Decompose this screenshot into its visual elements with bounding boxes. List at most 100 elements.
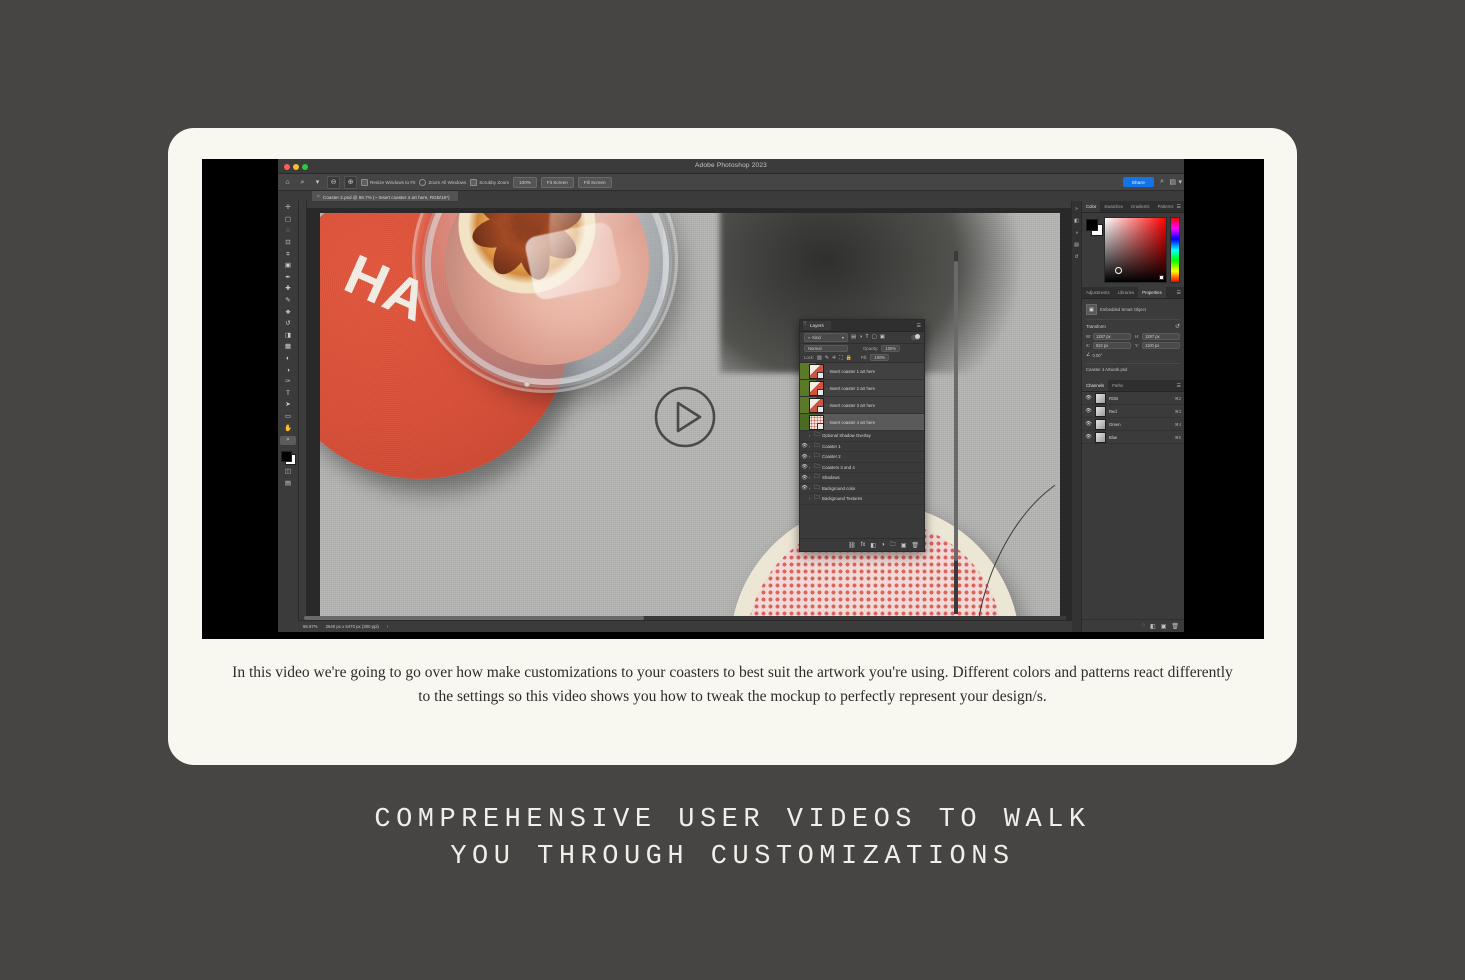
layer-row[interactable]: › 🗀 Optional Shadow Overlay [800,431,924,442]
width-field[interactable]: W: 1287 px [1086,333,1131,340]
canvas-area[interactable]: HA [299,201,1071,632]
tab-channels[interactable]: Channels [1082,380,1108,391]
search-icon[interactable]: ⌕ [1160,178,1164,186]
filter-enable-toggle[interactable] [911,335,920,340]
filter-pixel-icon[interactable]: ▤ [851,335,856,340]
channel-visibility-toggle[interactable]: 👁 [1085,434,1092,440]
collapse-panels-icon[interactable]: » [1075,206,1078,212]
canvas-vertical-scrollbar[interactable] [954,251,958,614]
lock-artboard-icon[interactable]: ⛶ [839,355,843,361]
filter-smart-icon[interactable]: ▣ [880,335,885,340]
channel-visibility-toggle[interactable]: 👁 [1085,421,1092,427]
lock-image-icon[interactable]: ✎ [825,355,829,361]
filter-shape-icon[interactable]: ▢ [872,335,877,340]
channel-row[interactable]: 👁 Blue ⌘5 [1082,431,1184,444]
zoom-all-windows-checkbox[interactable]: Zoom All Windows [419,179,466,186]
channel-row[interactable]: 👁 Green ⌘4 [1082,418,1184,431]
magnifier-icon[interactable]: ⌕ [297,177,308,188]
video-player[interactable]: Adobe Photoshop 2023 ⌂ ⌕ ▾ ⊖ ⊕ Resize Wi… [202,159,1264,639]
eyedropper-tool[interactable]: ✒ [280,274,296,283]
hue-slider[interactable] [1170,217,1180,283]
history-rail-icon[interactable]: ↺ [1074,254,1078,260]
status-chevron-icon[interactable]: › [387,624,388,629]
y-value[interactable]: 1100 px [1142,342,1180,349]
layer-row[interactable]: 👁 › 🗀 Background color [800,484,924,495]
path-select-tool[interactable]: ➤ [280,401,296,410]
channels-panel[interactable]: 👁 RGB ⌘2 👁 Red ⌘3 [1082,392,1184,619]
adjustment-layer-icon[interactable]: ◑ [881,542,885,548]
type-tool[interactable]: T [280,390,296,399]
layer-row[interactable]: ›Insert coaster 1 art here [800,363,924,380]
angle-field[interactable]: ∠ 0.00° [1086,352,1133,358]
tab-libraries[interactable]: Libraries [1114,287,1138,298]
layers-panel[interactable]: ⠿ Layers ☰ ⌕ Kind ▾ ▤ ◑ T [799,319,925,552]
layer-mask-icon[interactable]: ◧ [870,542,876,549]
pen-tool[interactable]: ✑ [280,378,296,387]
lock-transparent-icon[interactable]: ▨ [817,355,822,361]
layers-list[interactable]: ›Insert coaster 1 art here ›Insert coast… [800,363,924,505]
libraries-rail-icon[interactable]: ▤ [1074,242,1079,248]
lock-all-icon[interactable]: 🔒 [846,355,852,361]
layer-visibility-toggle[interactable]: 👁 [800,443,809,449]
marquee-tool[interactable]: ▢ [280,216,296,225]
share-button[interactable]: Share [1123,177,1154,187]
tab-properties[interactable]: Properties [1138,287,1166,298]
tab-layers[interactable]: Layers [803,321,831,330]
zoom-in-icon[interactable]: ⊕ [344,176,357,189]
reset-icon[interactable]: ↺ [1175,323,1180,330]
status-zoom[interactable]: 66.67% [303,624,318,629]
home-icon[interactable]: ⌂ [282,177,293,188]
foreground-color-swatch[interactable] [281,451,292,462]
dodge-tool[interactable]: ◑ [280,366,296,375]
tab-color[interactable]: Color [1082,201,1100,212]
move-tool[interactable]: ✛ [280,204,296,213]
resize-windows-to-fit-checkbox[interactable]: Resize Windows to Fit [361,179,415,186]
blur-tool[interactable]: ◐ [280,355,296,364]
chevron-down-icon[interactable]: ▾ [312,177,323,188]
zoom-out-icon[interactable]: ⊖ [327,176,340,189]
adjustments-rail-icon[interactable]: ◑ [1075,230,1078,236]
new-layer-icon[interactable]: ▣ [901,542,907,549]
delete-layer-icon[interactable]: 🗑 [911,542,919,549]
drag-handle-icon[interactable]: ⠿ [803,321,807,327]
color-picker[interactable] [1082,213,1184,287]
foreground-background-color[interactable] [281,451,296,465]
x-field[interactable]: X: 822 px [1086,342,1131,349]
angle-value[interactable]: 0.00° [1092,353,1102,358]
clone-stamp-tool[interactable]: ❖ [280,308,296,317]
panel-menu-icon[interactable]: ☰ [917,323,921,329]
workspace-icon[interactable]: ▤ [1169,178,1176,186]
history-brush-tool[interactable]: ↺ [280,320,296,329]
channel-visibility-toggle[interactable]: 👁 [1085,395,1092,401]
zoom-tool[interactable]: ⌕ [280,436,296,445]
frame-tool[interactable]: ▣ [280,262,296,271]
filter-adjustment-icon[interactable]: ◑ [859,335,862,340]
filter-type-icon[interactable]: T [865,335,868,340]
screen-mode-icon[interactable]: ▤ [280,480,296,489]
color-swatch-pair[interactable] [1086,217,1101,283]
fit-screen-button[interactable]: Fit Screen [541,177,574,188]
channel-visibility-toggle[interactable]: 👁 [1085,408,1092,414]
gradient-tool[interactable]: ▦ [280,343,296,352]
layer-row[interactable]: ›Insert coaster 2 art here [800,380,924,397]
layer-row[interactable]: ›Insert coaster 3 art here [800,397,924,414]
lasso-tool[interactable]: ◌ [280,227,296,236]
scrubby-zoom-checkbox[interactable]: Scrubby Zoom [470,179,509,186]
lock-position-icon[interactable]: ✛ [832,355,836,361]
shape-tool[interactable]: ▭ [280,413,296,422]
tab-adjustments[interactable]: Adjustments [1082,287,1114,298]
play-icon[interactable] [653,385,717,449]
object-select-tool[interactable]: ⊡ [280,239,296,248]
hand-tool[interactable]: ✋ [280,424,296,433]
layer-row-selected[interactable]: ›Insert coaster 4 art here [800,414,924,431]
healing-brush-tool[interactable]: ✚ [280,285,296,294]
tab-patterns[interactable]: Patterns [1154,201,1178,212]
save-selection-icon[interactable]: ◧ [1150,623,1156,630]
layer-row[interactable]: 👁 › 🗀 Shadows [800,473,924,484]
delete-channel-icon[interactable]: 🗑 [1171,623,1179,630]
zoom-percent-button[interactable]: 100% [513,177,537,188]
layer-row[interactable]: 👁 › 🗀 Coaster 2 [800,452,924,463]
eraser-tool[interactable]: ◨ [280,332,296,341]
new-channel-icon[interactable]: ▣ [1161,623,1167,630]
layers-panel-header[interactable]: ⠿ Layers ☰ [800,320,924,332]
